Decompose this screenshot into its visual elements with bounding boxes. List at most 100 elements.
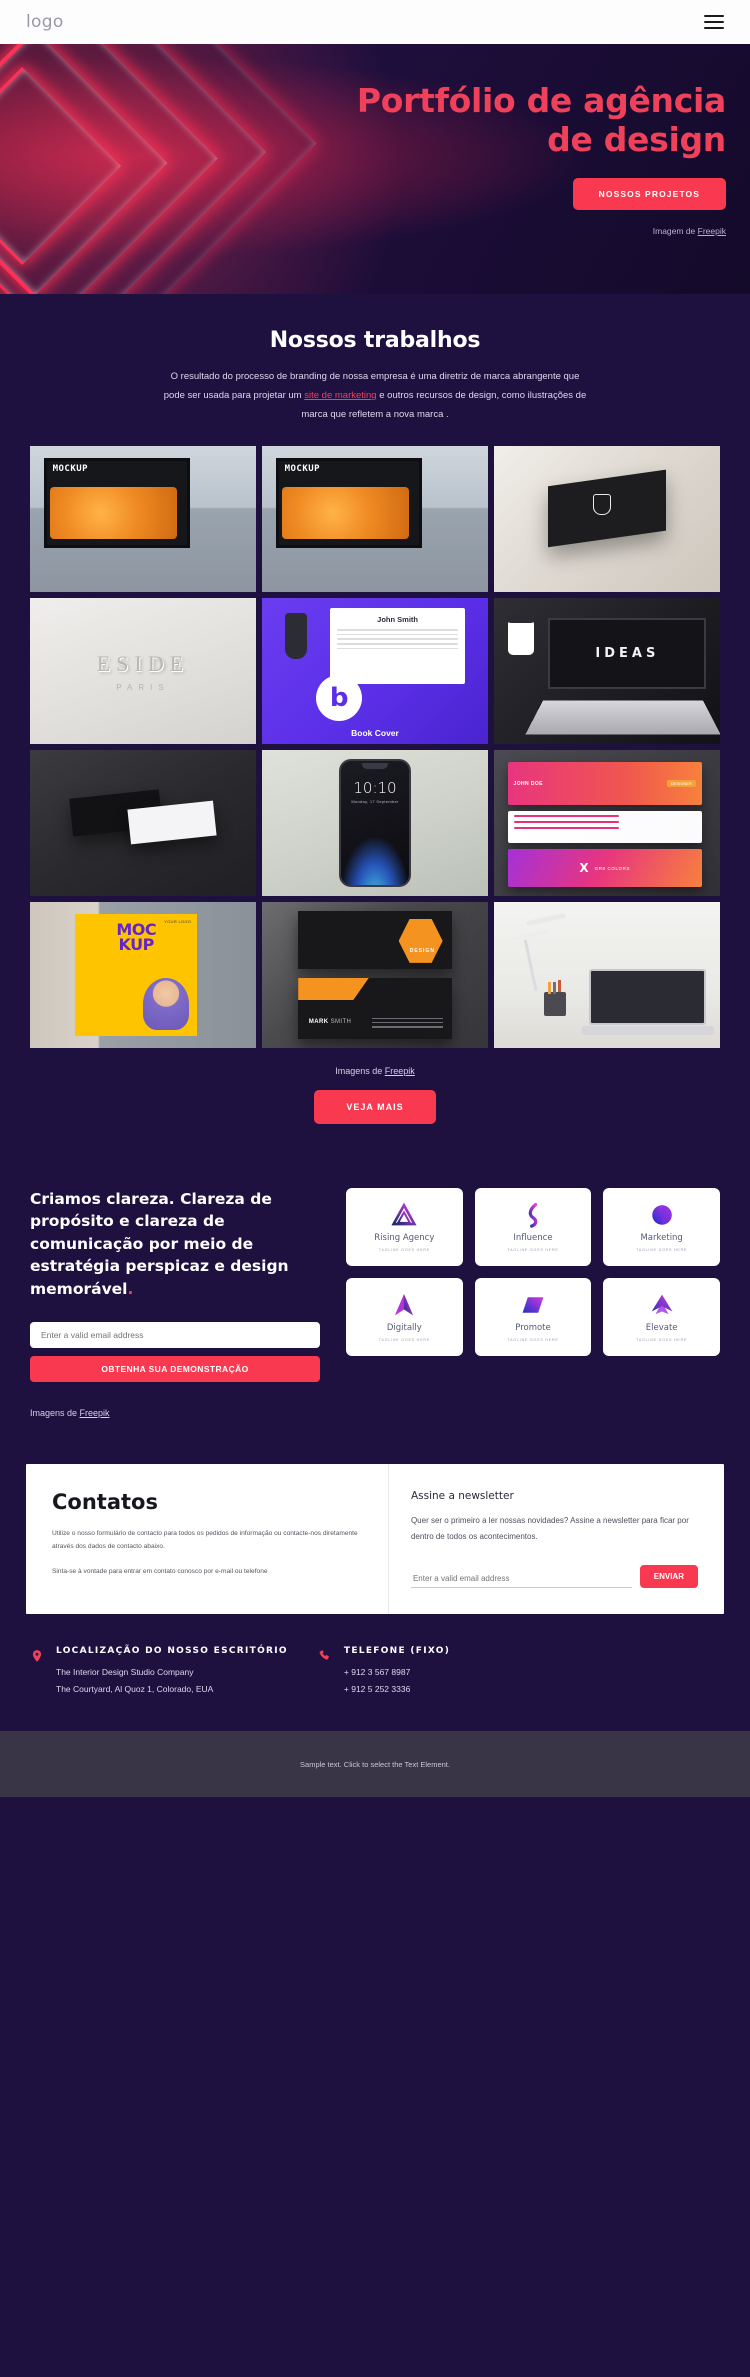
hamburger-icon[interactable] bbox=[704, 15, 724, 29]
pink-card-role: DESIGNER bbox=[667, 780, 696, 788]
portfolio-tile-orange-cards[interactable]: MARK SMITH bbox=[262, 902, 488, 1048]
eside-main-text: ESIDE bbox=[96, 650, 190, 676]
phone-heading: TELEFONE (FIXO) bbox=[343, 1646, 451, 1657]
orange-card-lastname: SMITH bbox=[330, 1018, 352, 1025]
logo-card-name: Promote bbox=[515, 1323, 551, 1333]
phone-line-2: + 912 5 252 3336 bbox=[343, 1684, 411, 1695]
phone-artwork: 10:10 Monday, 17 September bbox=[262, 750, 488, 896]
hero-title: Portfólio de agência de design bbox=[326, 81, 726, 160]
logo-card-influence[interactable]: Influence TAGLINE GOES HERE bbox=[474, 1188, 592, 1266]
portfolio-tile-pink-cards[interactable]: JOHN DOE DESIGNER X GR8 COLORS bbox=[494, 750, 720, 896]
phone-icon bbox=[318, 1646, 332, 1697]
eside-artwork: ESIDE PARIS bbox=[30, 598, 256, 744]
pink-card-middle bbox=[507, 811, 702, 844]
hero-image-credit: Imagem de Freepik bbox=[0, 226, 726, 236]
portfolio-tile-billboard-2[interactable]: MOCKUP bbox=[262, 446, 488, 592]
portfolio-grid: MOCKUP MOCKUP ESIDE PARIS John Smith b B… bbox=[30, 446, 720, 1048]
tile-word: MOCKUP bbox=[284, 463, 321, 474]
book-cover-artwork: John Smith b Book Cover bbox=[262, 598, 488, 744]
marketing-site-link[interactable]: site de marketing bbox=[304, 390, 376, 401]
phone-block: TELEFONE (FIXO) + 912 3 567 8987 + 912 5… bbox=[318, 1646, 450, 1697]
laptop-icon bbox=[581, 969, 714, 1036]
orange-card-bottom: MARK SMITH bbox=[298, 977, 452, 1040]
newsletter-submit-button[interactable]: ENVIAR bbox=[639, 1565, 698, 1589]
works-credit-link[interactable]: Freepik bbox=[385, 1066, 415, 1076]
poster-word-2: KUP bbox=[118, 934, 155, 954]
portfolio-tile-mockup-poster[interactable]: YOUR LOGO MOC KUP bbox=[30, 902, 256, 1048]
office-location-block: LOCALIZAÇÃO DO NOSSO ESCRITÓRIO The Inte… bbox=[30, 1646, 288, 1697]
see-more-button[interactable]: VEJA MAIS bbox=[314, 1090, 436, 1124]
portfolio-tile-black-box[interactable] bbox=[494, 446, 720, 592]
orange-card-firstname: MARK bbox=[308, 1018, 329, 1025]
logo-card-marketing[interactable]: Marketing TAGLINE GOES HERE bbox=[603, 1188, 720, 1266]
pink-card-footer: GR8 COLORS bbox=[594, 865, 631, 871]
book-cover-caption: Book Cover bbox=[351, 728, 399, 738]
logo-name-bold: Influence bbox=[513, 1233, 553, 1243]
portfolio-tile-business-cards[interactable] bbox=[30, 750, 256, 896]
newsletter-email-input[interactable] bbox=[410, 1570, 632, 1589]
logo-card-name: Marketing bbox=[640, 1233, 682, 1243]
portfolio-tile-billboard-1[interactable]: MOCKUP bbox=[30, 446, 256, 592]
logo-card-promote[interactable]: Promote TAGLINE GOES HERE bbox=[474, 1278, 592, 1356]
logo-name-bold: Digitally bbox=[386, 1323, 422, 1333]
poster-logo-text: YOUR LOGO bbox=[164, 918, 192, 924]
swirl-icon bbox=[528, 1202, 538, 1228]
pink-cards-artwork: JOHN DOE DESIGNER X GR8 COLORS bbox=[494, 750, 720, 896]
logo-name-light: Agency bbox=[400, 1233, 435, 1243]
get-demo-button[interactable]: OBTENHA SUA DEMONSTRAÇÃO bbox=[30, 1356, 320, 1383]
yellow-poster: YOUR LOGO MOC KUP bbox=[75, 913, 198, 1037]
ideas-screen-text: IDEAS bbox=[548, 618, 707, 689]
newsletter-panel: Assine a newsletter Quer ser o primeiro … bbox=[389, 1464, 724, 1614]
hamburger-bar bbox=[704, 27, 724, 29]
laptop-keyboard bbox=[525, 701, 720, 735]
pink-card-monogram: X bbox=[579, 861, 589, 876]
portfolio-tile-book-cover[interactable]: John Smith b Book Cover bbox=[262, 598, 488, 744]
orange-card-top bbox=[298, 910, 452, 970]
portfolio-tile-eside-paris[interactable]: ESIDE PARIS bbox=[30, 598, 256, 744]
portfolio-tile-phone[interactable]: 10:10 Monday, 17 September bbox=[262, 750, 488, 896]
clarity-heading: Criamos clareza. Clareza de propósito e … bbox=[30, 1188, 320, 1300]
newsletter-title: Assine a newsletter bbox=[410, 1490, 514, 1503]
logo-card-elevate[interactable]: Elevate TAGLINE GOES HERE bbox=[603, 1278, 720, 1356]
orange-cards-artwork: MARK SMITH bbox=[262, 902, 488, 1048]
pink-card-bottom: X GR8 COLORS bbox=[507, 849, 702, 888]
eside-sub-text: PARIS bbox=[116, 682, 170, 692]
logo-name-bold: Promote bbox=[515, 1323, 551, 1333]
site-logo[interactable]: logo bbox=[26, 12, 64, 32]
billboard-artwork: MOCKUP bbox=[30, 446, 256, 592]
bottom-bar-text[interactable]: Sample text. Click to select the Text El… bbox=[300, 1760, 450, 1769]
logo-card-name: Rising Agency bbox=[374, 1233, 434, 1243]
contact-card: Contatos Utilize o nosso formulário de c… bbox=[26, 1464, 724, 1615]
office-line-1: The Interior Design Studio Company bbox=[56, 1667, 194, 1678]
phone-notch bbox=[362, 763, 388, 769]
ideas-artwork: IDEAS bbox=[494, 598, 720, 744]
hamburger-bar bbox=[704, 21, 724, 23]
stamp-icon bbox=[284, 612, 307, 659]
arrow-up-gradient-icon bbox=[395, 1293, 414, 1316]
works-image-credit: Imagens de Freepik bbox=[0, 1066, 750, 1076]
contact-paragraph-1: Utilize o nosso formulário de contacto p… bbox=[52, 1530, 358, 1551]
contact-section: Contatos Utilize o nosso formulário de c… bbox=[0, 1418, 750, 1615]
clarity-credit-link[interactable]: Freepik bbox=[80, 1408, 110, 1418]
phone-wallpaper bbox=[341, 837, 409, 885]
phone-time: 10:10 bbox=[353, 779, 397, 797]
phone-device: 10:10 Monday, 17 September bbox=[339, 759, 411, 887]
portfolio-tile-ideas-laptop[interactable]: IDEAS bbox=[494, 598, 720, 744]
works-section: Nossos trabalhos O resultado do processo… bbox=[0, 294, 750, 1130]
newsletter-subtitle: Quer ser o primeiro a ler nossas novidad… bbox=[410, 1516, 689, 1542]
logo-card-tagline: TAGLINE GOES HERE bbox=[378, 1248, 430, 1252]
hero-credit-prefix: Imagem de bbox=[652, 225, 698, 236]
clarity-email-input[interactable] bbox=[30, 1322, 320, 1349]
logo-card-tagline: TAGLINE GOES HERE bbox=[636, 1248, 688, 1252]
portfolio-tile-desk-lamp[interactable] bbox=[494, 902, 720, 1048]
logo-card-tagline: TAGLINE GOES HERE bbox=[378, 1338, 430, 1342]
works-credit-prefix: Imagens de bbox=[335, 1066, 385, 1076]
hero-title-line2: de design bbox=[547, 119, 726, 159]
hero-credit-link[interactable]: Freepik bbox=[698, 226, 726, 236]
logo-name-bold: Elevate bbox=[645, 1323, 678, 1333]
logo-card-tagline: TAGLINE GOES HERE bbox=[507, 1248, 559, 1252]
logo-card-rising-agency[interactable]: Rising Agency TAGLINE GOES HERE bbox=[346, 1188, 463, 1266]
logo-card-digitally[interactable]: Digitally TAGLINE GOES HERE bbox=[346, 1278, 463, 1356]
hero-cta-button[interactable]: NOSSOS PROJETOS bbox=[572, 177, 726, 210]
logo-card-name: Influence bbox=[513, 1233, 552, 1243]
